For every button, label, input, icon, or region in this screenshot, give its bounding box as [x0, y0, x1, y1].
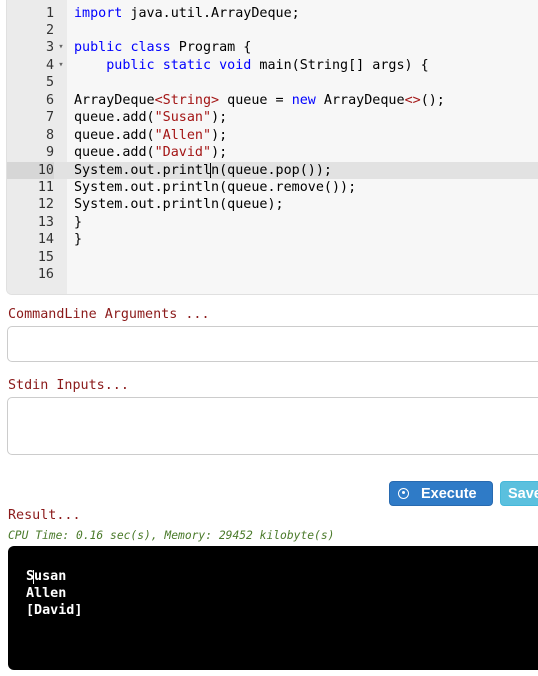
code-text[interactable]: System.out.println(queue.pop()); — [74, 162, 332, 179]
line-number: 7 — [45, 110, 54, 126]
code-line[interactable]: 10 System.out.println(queue.pop()); — [7, 161, 538, 179]
line-number: 5 — [45, 75, 54, 91]
line-number: 2 — [45, 22, 54, 38]
save-button[interactable]: Save — [500, 481, 538, 506]
output-console — [8, 546, 538, 670]
code-line[interactable]: 4 ▾ public static void main(String[] args… — [7, 57, 538, 74]
line-number: 15 — [37, 249, 54, 265]
line-number: 9 — [45, 145, 54, 161]
output-line: Allen — [26, 586, 67, 601]
line-number: 1 — [45, 5, 54, 21]
code-line[interactable]: 12 System.out.println(queue); — [7, 196, 538, 213]
result-label: Result... — [8, 508, 81, 523]
code-line[interactable]: 5 — [7, 74, 538, 91]
code-text[interactable]: } — [74, 214, 82, 231]
code-editor[interactable]: 1 import java.util.ArrayDeque; 2 3 ▾ public c… — [6, 0, 538, 295]
cmdline-input[interactable] — [7, 326, 538, 362]
line-number: 3 — [45, 40, 54, 56]
code-line[interactable]: 7 queue.add("Susan"); — [7, 109, 538, 126]
code-line[interactable]: 16 — [7, 266, 538, 283]
code-line[interactable]: 3 ▾ public class Program { — [7, 39, 538, 56]
code-text[interactable]: queue.add("David"); — [74, 144, 227, 161]
cpu-stats: CPU Time: 0.16 sec(s), Memory: 29452 kil… — [8, 529, 335, 542]
execute-button-label: Execute — [421, 486, 477, 502]
line-number: 4 — [45, 57, 54, 73]
code-text[interactable]: ArrayDeque<String> queue = new ArrayDequ… — [74, 92, 445, 109]
code-line[interactable]: 2 — [7, 22, 538, 39]
line-number: 10 — [7, 161, 54, 179]
code-line[interactable]: 15 — [7, 249, 538, 266]
line-number: 14 — [37, 232, 54, 248]
output-line: Susan — [26, 569, 67, 584]
code-line[interactable]: 1 import java.util.ArrayDeque; — [7, 5, 538, 22]
line-number: 16 — [37, 267, 54, 283]
output-line: [David] — [26, 603, 83, 618]
code-line[interactable]: 14} — [7, 231, 538, 248]
cmdline-label: CommandLine Arguments ... — [8, 307, 210, 322]
code-line[interactable]: 11 System.out.println(queue.remove()); — [7, 179, 538, 196]
code-text[interactable]: System.out.println(queue.remove()); — [74, 179, 356, 196]
code-line[interactable]: 8 queue.add("Allen"); — [7, 127, 538, 144]
stdin-label: Stdin Inputs... — [8, 378, 129, 393]
line-number: 8 — [45, 127, 54, 143]
code-text[interactable]: public class Program { — [74, 39, 251, 56]
stdin-input[interactable] — [7, 397, 538, 455]
code-text[interactable]: queue.add("Allen"); — [74, 127, 227, 144]
line-number: 11 — [37, 180, 54, 195]
line-number: 6 — [45, 92, 54, 108]
line-number: 13 — [37, 214, 54, 230]
code-line[interactable]: 13} — [7, 214, 538, 231]
fold-arrow-icon[interactable]: ▾ — [56, 57, 66, 74]
code-line[interactable]: 9 queue.add("David"); — [7, 144, 538, 161]
code-text[interactable]: public static void main(String[] args) { — [74, 57, 429, 74]
line-number: 12 — [37, 197, 54, 213]
execute-button[interactable]: Execute — [389, 481, 493, 506]
code-line[interactable]: 6 ArrayDeque<String> queue = new ArrayDeq… — [7, 92, 538, 109]
play-circle-icon — [398, 488, 409, 499]
code-text[interactable]: } — [74, 231, 82, 248]
save-button-label: Save — [508, 486, 538, 502]
fold-arrow-icon[interactable]: ▾ — [56, 39, 66, 56]
code-text[interactable]: System.out.println(queue); — [74, 196, 284, 213]
code-text[interactable]: import java.util.ArrayDeque; — [74, 5, 300, 22]
code-text[interactable]: queue.add("Susan"); — [74, 109, 227, 126]
